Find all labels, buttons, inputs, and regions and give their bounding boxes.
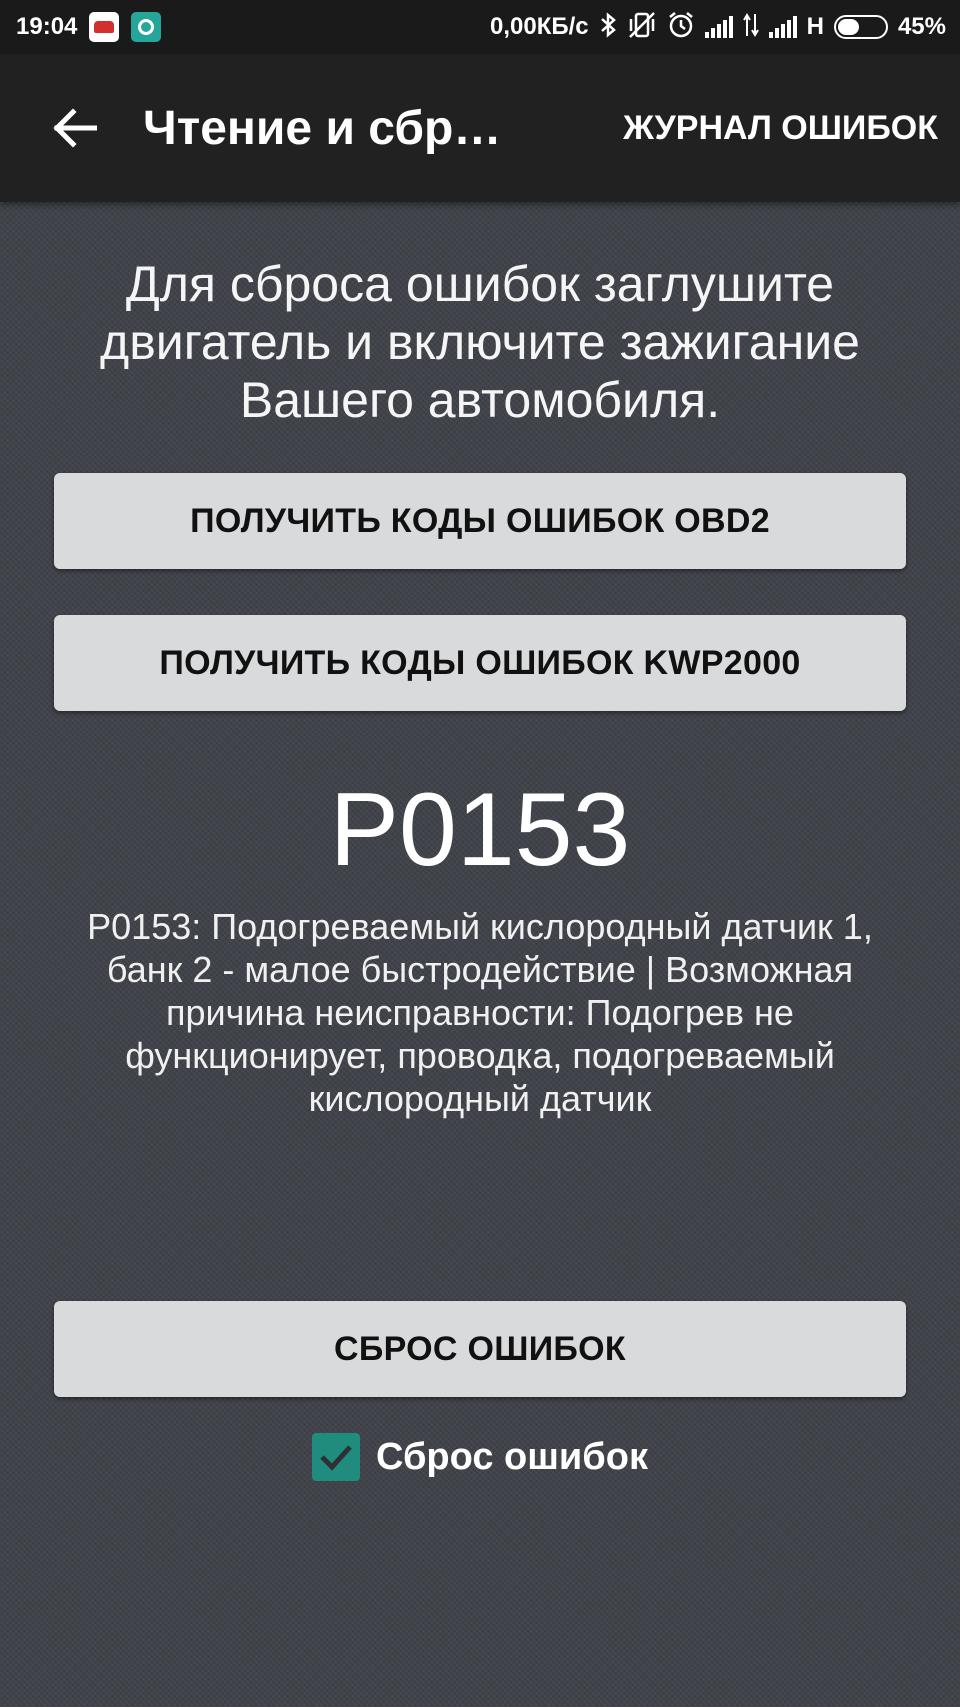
get-obd2-codes-button[interactable]: ПОЛУЧИТЬ КОДЫ ОШИБОК OBD2 bbox=[54, 473, 906, 569]
app-bar: Чтение и сбр… ЖУРНАЛ ОШИБОК bbox=[0, 54, 960, 202]
vibrate-off-icon bbox=[627, 11, 657, 44]
error-description: P0153: Подогреваемый кислородный датчик … bbox=[87, 906, 873, 1119]
back-button[interactable] bbox=[35, 88, 115, 168]
battery-icon bbox=[833, 15, 888, 39]
instruction-text: Для сброса ошибок заглушите двигатель и … bbox=[100, 256, 860, 428]
battery-percent: 45% bbox=[897, 13, 946, 40]
page-title: Чтение и сбр… bbox=[143, 101, 502, 155]
error-log-button[interactable]: ЖУРНАЛ ОШИБОК bbox=[623, 109, 938, 148]
error-code: P0153 bbox=[329, 772, 631, 888]
ring-app-icon bbox=[131, 12, 162, 42]
clock: 19:04 bbox=[16, 13, 78, 40]
network-speed: 0,00КБ/с bbox=[489, 13, 589, 40]
reset-checkbox-label: Сброс ошибок bbox=[376, 1435, 648, 1478]
status-bar: 19:04 0,00КБ/с H 45% bbox=[0, 0, 960, 54]
reset-checkbox[interactable] bbox=[312, 1433, 360, 1481]
car-app-icon bbox=[89, 12, 120, 42]
checkmark-icon bbox=[320, 1445, 352, 1471]
data-transfer-icon bbox=[742, 12, 759, 43]
network-type: H bbox=[806, 13, 824, 40]
bluetooth-icon bbox=[599, 11, 617, 43]
signal-icon bbox=[768, 16, 797, 38]
alarm-icon bbox=[667, 11, 695, 44]
signal-icon bbox=[704, 16, 733, 38]
arrow-left-icon bbox=[53, 108, 97, 148]
reset-errors-button[interactable]: СБРОС ОШИБОК bbox=[54, 1301, 906, 1397]
get-kwp2000-codes-button[interactable]: ПОЛУЧИТЬ КОДЫ ОШИБОК KWP2000 bbox=[54, 615, 906, 711]
reset-checkbox-row[interactable]: Сброс ошибок bbox=[0, 1432, 960, 1482]
